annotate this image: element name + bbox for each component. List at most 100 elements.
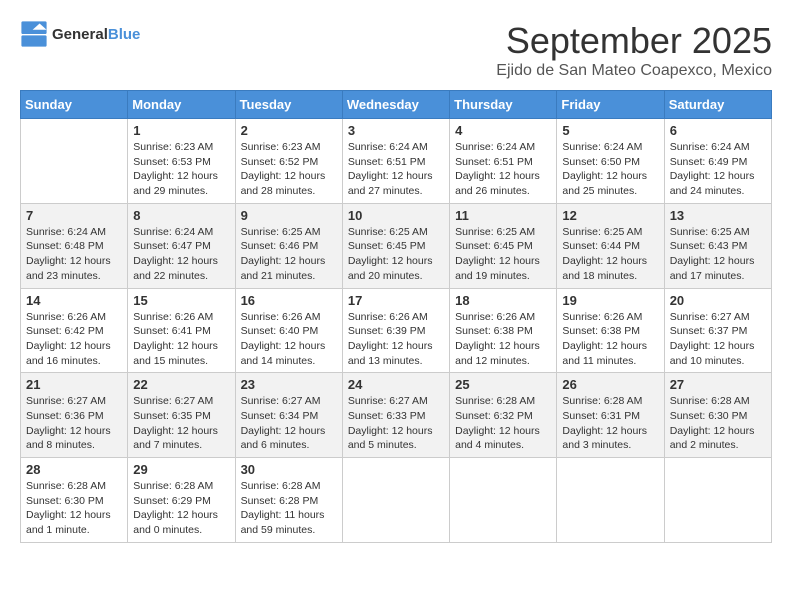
calendar-week-row: 1Sunrise: 6:23 AM Sunset: 6:53 PM Daylig… bbox=[21, 119, 772, 204]
calendar-cell: 5Sunrise: 6:24 AM Sunset: 6:50 PM Daylig… bbox=[557, 119, 664, 204]
day-detail: Sunrise: 6:28 AM Sunset: 6:32 PM Dayligh… bbox=[455, 394, 551, 453]
calendar-cell: 8 Sunrise: 6:24 AM Sunset: 6:47 PM Daylig… bbox=[128, 203, 235, 288]
day-detail: Sunrise: 6:25 AM Sunset: 6:44 PM Dayligh… bbox=[562, 225, 658, 284]
day-detail: Sunrise: 6:27 AM Sunset: 6:36 PM Dayligh… bbox=[26, 394, 122, 453]
day-detail: Sunrise: 6:25 AM Sunset: 6:46 PM Dayligh… bbox=[241, 225, 337, 284]
day-detail: Sunrise: 6:27 AM Sunset: 6:35 PM Dayligh… bbox=[133, 394, 229, 453]
day-number: 4 bbox=[455, 123, 551, 138]
day-detail: Sunrise: 6:24 AM Sunset: 6:50 PM Dayligh… bbox=[562, 140, 658, 199]
logo-icon bbox=[20, 20, 48, 48]
calendar-cell: 12 Sunrise: 6:25 AM Sunset: 6:44 PM Dayli… bbox=[557, 203, 664, 288]
calendar-cell: 25 Sunrise: 6:28 AM Sunset: 6:32 PM Dayli… bbox=[450, 373, 557, 458]
day-number: 26 bbox=[562, 377, 658, 392]
calendar-cell: 17Sunrise: 6:26 AM Sunset: 6:39 PM Dayli… bbox=[342, 288, 449, 373]
day-detail: Sunrise: 6:28 AM Sunset: 6:31 PM Dayligh… bbox=[562, 394, 658, 453]
calendar-cell: 4 Sunrise: 6:24 AM Sunset: 6:51 PM Daylig… bbox=[450, 119, 557, 204]
column-header-thursday: Thursday bbox=[450, 91, 557, 119]
day-number: 15 bbox=[133, 293, 229, 308]
calendar-cell: 22 Sunrise: 6:27 AM Sunset: 6:35 PM Dayli… bbox=[128, 373, 235, 458]
title-block: September 2025 Ejido de San Mateo Coapex… bbox=[496, 20, 772, 80]
calendar-cell: 15Sunrise: 6:26 AM Sunset: 6:41 PM Dayli… bbox=[128, 288, 235, 373]
calendar-cell: 30 Sunrise: 6:28 AM Sunset: 6:28 PM Dayli… bbox=[235, 458, 342, 543]
day-detail: Sunrise: 6:28 AM Sunset: 6:28 PM Dayligh… bbox=[241, 479, 337, 538]
calendar-cell: 10 Sunrise: 6:25 AM Sunset: 6:45 PM Dayli… bbox=[342, 203, 449, 288]
calendar-header-row: SundayMondayTuesdayWednesdayThursdayFrid… bbox=[21, 91, 772, 119]
day-detail: Sunrise: 6:26 AM Sunset: 6:40 PM Dayligh… bbox=[241, 310, 337, 369]
logo-text: General Blue bbox=[52, 26, 140, 43]
day-detail: Sunrise: 6:24 AM Sunset: 6:49 PM Dayligh… bbox=[670, 140, 766, 199]
calendar-cell: 23Sunrise: 6:27 AM Sunset: 6:34 PM Dayli… bbox=[235, 373, 342, 458]
day-number: 13 bbox=[670, 208, 766, 223]
calendar-week-row: 28 Sunrise: 6:28 AM Sunset: 6:30 PM Dayli… bbox=[21, 458, 772, 543]
day-detail: Sunrise: 6:23 AM Sunset: 6:52 PM Dayligh… bbox=[241, 140, 337, 199]
day-number: 12 bbox=[562, 208, 658, 223]
day-detail: Sunrise: 6:24 AM Sunset: 6:47 PM Dayligh… bbox=[133, 225, 229, 284]
logo-blue: Blue bbox=[108, 26, 141, 43]
calendar-cell bbox=[342, 458, 449, 543]
day-number: 18 bbox=[455, 293, 551, 308]
calendar-cell: 27 Sunrise: 6:28 AM Sunset: 6:30 PM Dayli… bbox=[664, 373, 771, 458]
month-title: September 2025 bbox=[496, 20, 772, 62]
calendar-week-row: 7Sunrise: 6:24 AM Sunset: 6:48 PM Daylig… bbox=[21, 203, 772, 288]
calendar-cell: 11Sunrise: 6:25 AM Sunset: 6:45 PM Dayli… bbox=[450, 203, 557, 288]
calendar-cell: 21 Sunrise: 6:27 AM Sunset: 6:36 PM Dayli… bbox=[21, 373, 128, 458]
day-detail: Sunrise: 6:23 AM Sunset: 6:53 PM Dayligh… bbox=[133, 140, 229, 199]
day-detail: Sunrise: 6:28 AM Sunset: 6:29 PM Dayligh… bbox=[133, 479, 229, 538]
calendar-week-row: 14Sunrise: 6:26 AM Sunset: 6:42 PM Dayli… bbox=[21, 288, 772, 373]
calendar-cell: 18 Sunrise: 6:26 AM Sunset: 6:38 PM Dayli… bbox=[450, 288, 557, 373]
calendar-cell: 24 Sunrise: 6:27 AM Sunset: 6:33 PM Dayli… bbox=[342, 373, 449, 458]
column-header-wednesday: Wednesday bbox=[342, 91, 449, 119]
day-number: 9 bbox=[241, 208, 337, 223]
day-detail: Sunrise: 6:27 AM Sunset: 6:33 PM Dayligh… bbox=[348, 394, 444, 453]
day-detail: Sunrise: 6:25 AM Sunset: 6:45 PM Dayligh… bbox=[348, 225, 444, 284]
day-number: 21 bbox=[26, 377, 122, 392]
calendar-cell bbox=[21, 119, 128, 204]
calendar-week-row: 21 Sunrise: 6:27 AM Sunset: 6:36 PM Dayli… bbox=[21, 373, 772, 458]
calendar-cell: 1Sunrise: 6:23 AM Sunset: 6:53 PM Daylig… bbox=[128, 119, 235, 204]
logo: General Blue bbox=[20, 20, 140, 48]
day-number: 6 bbox=[670, 123, 766, 138]
calendar-cell: 2 Sunrise: 6:23 AM Sunset: 6:52 PM Daylig… bbox=[235, 119, 342, 204]
day-number: 22 bbox=[133, 377, 229, 392]
column-header-monday: Monday bbox=[128, 91, 235, 119]
column-header-tuesday: Tuesday bbox=[235, 91, 342, 119]
day-number: 23 bbox=[241, 377, 337, 392]
calendar-cell: 28 Sunrise: 6:28 AM Sunset: 6:30 PM Dayli… bbox=[21, 458, 128, 543]
day-number: 27 bbox=[670, 377, 766, 392]
calendar-cell bbox=[664, 458, 771, 543]
day-number: 30 bbox=[241, 462, 337, 477]
day-number: 8 bbox=[133, 208, 229, 223]
calendar-cell: 16Sunrise: 6:26 AM Sunset: 6:40 PM Dayli… bbox=[235, 288, 342, 373]
calendar-cell bbox=[557, 458, 664, 543]
day-detail: Sunrise: 6:24 AM Sunset: 6:48 PM Dayligh… bbox=[26, 225, 122, 284]
day-number: 3 bbox=[348, 123, 444, 138]
day-number: 20 bbox=[670, 293, 766, 308]
calendar-cell: 7Sunrise: 6:24 AM Sunset: 6:48 PM Daylig… bbox=[21, 203, 128, 288]
calendar-cell: 26 Sunrise: 6:28 AM Sunset: 6:31 PM Dayli… bbox=[557, 373, 664, 458]
day-detail: Sunrise: 6:26 AM Sunset: 6:42 PM Dayligh… bbox=[26, 310, 122, 369]
day-detail: Sunrise: 6:27 AM Sunset: 6:37 PM Dayligh… bbox=[670, 310, 766, 369]
day-detail: Sunrise: 6:24 AM Sunset: 6:51 PM Dayligh… bbox=[455, 140, 551, 199]
column-header-friday: Friday bbox=[557, 91, 664, 119]
day-detail: Sunrise: 6:24 AM Sunset: 6:51 PM Dayligh… bbox=[348, 140, 444, 199]
day-detail: Sunrise: 6:26 AM Sunset: 6:38 PM Dayligh… bbox=[562, 310, 658, 369]
day-number: 24 bbox=[348, 377, 444, 392]
day-number: 28 bbox=[26, 462, 122, 477]
calendar-cell: 14Sunrise: 6:26 AM Sunset: 6:42 PM Dayli… bbox=[21, 288, 128, 373]
day-number: 25 bbox=[455, 377, 551, 392]
day-detail: Sunrise: 6:25 AM Sunset: 6:43 PM Dayligh… bbox=[670, 225, 766, 284]
column-header-saturday: Saturday bbox=[664, 91, 771, 119]
logo-general: General bbox=[52, 26, 108, 43]
calendar-cell: 13 Sunrise: 6:25 AM Sunset: 6:43 PM Dayli… bbox=[664, 203, 771, 288]
day-detail: Sunrise: 6:26 AM Sunset: 6:38 PM Dayligh… bbox=[455, 310, 551, 369]
day-detail: Sunrise: 6:28 AM Sunset: 6:30 PM Dayligh… bbox=[670, 394, 766, 453]
calendar-cell: 6 Sunrise: 6:24 AM Sunset: 6:49 PM Daylig… bbox=[664, 119, 771, 204]
day-number: 2 bbox=[241, 123, 337, 138]
calendar-cell: 19Sunrise: 6:26 AM Sunset: 6:38 PM Dayli… bbox=[557, 288, 664, 373]
location-title: Ejido de San Mateo Coapexco, Mexico bbox=[496, 62, 772, 80]
day-number: 10 bbox=[348, 208, 444, 223]
page-header: General Blue September 2025 Ejido de San… bbox=[20, 20, 772, 80]
day-detail: Sunrise: 6:28 AM Sunset: 6:30 PM Dayligh… bbox=[26, 479, 122, 538]
calendar-cell: 9 Sunrise: 6:25 AM Sunset: 6:46 PM Daylig… bbox=[235, 203, 342, 288]
day-detail: Sunrise: 6:26 AM Sunset: 6:39 PM Dayligh… bbox=[348, 310, 444, 369]
